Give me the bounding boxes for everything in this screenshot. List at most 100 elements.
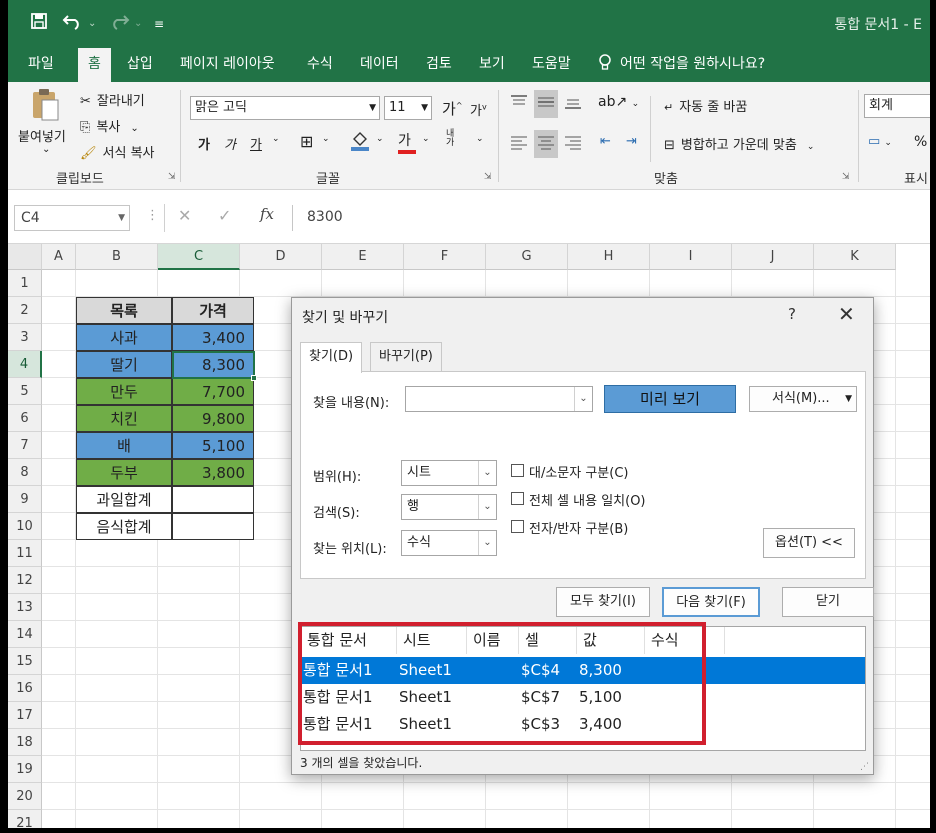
- phonetic-icon[interactable]: 내가: [446, 130, 454, 148]
- tab-file[interactable]: 파일: [28, 48, 54, 82]
- table-cell-price[interactable]: 5,100: [172, 432, 254, 459]
- alignment-launcher-icon[interactable]: ⇲: [842, 172, 850, 182]
- format-button[interactable]: 서식(M)... ▼: [749, 386, 857, 412]
- redo-icon[interactable]: [108, 12, 130, 37]
- options-button[interactable]: 옵션(T) <<: [763, 528, 855, 558]
- align-right-icon[interactable]: [564, 134, 582, 154]
- row-header-1[interactable]: 1: [8, 270, 42, 297]
- font-color-icon[interactable]: 가: [398, 130, 416, 154]
- table-cell-price[interactable]: 7,700: [172, 378, 254, 405]
- table-cell-item[interactable]: 과일합계: [76, 486, 172, 513]
- row-header-13[interactable]: 13: [8, 594, 42, 621]
- merge-center-button[interactable]: ⊟ 병합하고 가운데 맞춤 ⌄: [664, 134, 814, 153]
- preview-button[interactable]: 미리 보기: [604, 385, 736, 413]
- enter-icon[interactable]: ✓: [218, 206, 231, 225]
- row-header-10[interactable]: 10: [8, 513, 42, 540]
- find-all-button[interactable]: 모두 찾기(I): [556, 587, 650, 617]
- row-header-16[interactable]: 16: [8, 675, 42, 702]
- row-header-2[interactable]: 2: [8, 297, 42, 324]
- help-button[interactable]: ?: [788, 305, 796, 323]
- row-header-17[interactable]: 17: [8, 702, 42, 729]
- tab-find[interactable]: 찾기(D): [300, 342, 363, 373]
- column-header-k[interactable]: K: [814, 244, 896, 270]
- row-header-8[interactable]: 8: [8, 459, 42, 486]
- cut-button[interactable]: ✂ 잘라내기: [80, 90, 145, 109]
- bold-icon[interactable]: 가: [198, 134, 210, 153]
- scope-select[interactable]: 시트 ⌄: [401, 460, 497, 486]
- search-order-select[interactable]: 행 ⌄: [401, 494, 497, 520]
- redo-dropdown-icon[interactable]: ⌄: [134, 12, 142, 36]
- close-button[interactable]: 닫기: [782, 587, 874, 617]
- column-header-d[interactable]: D: [240, 244, 322, 270]
- clipboard-launcher-icon[interactable]: ⇲: [168, 172, 176, 182]
- align-left-icon[interactable]: [510, 134, 528, 154]
- column-header-a[interactable]: A: [42, 244, 76, 270]
- align-middle-icon[interactable]: [534, 90, 558, 118]
- find-next-button[interactable]: 다음 찾기(F): [662, 587, 760, 617]
- match-width-checkbox[interactable]: [511, 520, 524, 533]
- borders-icon[interactable]: ⊞: [300, 132, 313, 151]
- select-all-corner[interactable]: [8, 244, 42, 270]
- row-header-20[interactable]: 20: [8, 783, 42, 810]
- row-header-5[interactable]: 5: [8, 378, 42, 405]
- tab-view[interactable]: 보기: [479, 48, 505, 82]
- chevron-down-icon[interactable]: ⌄: [422, 134, 430, 144]
- tab-help[interactable]: 도움말: [532, 48, 571, 82]
- increase-indent-icon[interactable]: ⇥: [626, 134, 637, 149]
- resize-grip-icon[interactable]: ⋰: [860, 762, 869, 772]
- customize-qat-icon[interactable]: ≡: [154, 12, 164, 36]
- format-painter-button[interactable]: 🖌 서식 복사: [80, 142, 155, 161]
- paste-icon[interactable]: [30, 88, 62, 126]
- column-header-g[interactable]: G: [486, 244, 568, 270]
- row-header-11[interactable]: 11: [8, 540, 42, 567]
- decrease-font-icon[interactable]: 가v: [470, 100, 487, 119]
- table-cell-price[interactable]: 9,800: [172, 405, 254, 432]
- row-header-14[interactable]: 14: [8, 621, 42, 648]
- italic-icon[interactable]: 가: [224, 134, 236, 153]
- copy-button[interactable]: ⎘ 복사 ⌄: [80, 116, 139, 135]
- align-center-icon[interactable]: [534, 130, 558, 158]
- table-cell-price[interactable]: 3,800: [172, 459, 254, 486]
- chevron-down-icon[interactable]: ⌄: [476, 134, 484, 144]
- row-header-12[interactable]: 12: [8, 567, 42, 594]
- table-cell-item[interactable]: 사과: [76, 324, 172, 351]
- underline-icon[interactable]: 가: [250, 134, 262, 153]
- tab-page-layout[interactable]: 페이지 레이아웃: [180, 48, 275, 82]
- table-cell-item[interactable]: 치킨: [76, 405, 172, 432]
- align-top-icon[interactable]: [510, 94, 528, 114]
- row-header-21[interactable]: 21: [8, 810, 42, 828]
- number-format-box[interactable]: 회계: [864, 94, 930, 118]
- save-icon[interactable]: [30, 12, 48, 37]
- table-cell-price[interactable]: [172, 513, 254, 540]
- close-icon[interactable]: ✕: [838, 302, 855, 326]
- percent-icon[interactable]: %: [914, 134, 927, 150]
- column-header-b[interactable]: B: [76, 244, 158, 270]
- formula-input[interactable]: 8300: [292, 205, 930, 231]
- fill-handle[interactable]: [251, 375, 257, 381]
- tab-data[interactable]: 데이터: [360, 48, 399, 82]
- row-header-6[interactable]: 6: [8, 405, 42, 432]
- undo-icon[interactable]: [62, 12, 84, 37]
- font-size-box[interactable]: 11 ▼: [384, 96, 432, 120]
- chevron-down-icon[interactable]: ⌄: [322, 134, 330, 144]
- chevron-down-icon[interactable]: ⌄: [272, 134, 280, 144]
- table-cell-item[interactable]: 만두: [76, 378, 172, 405]
- fill-color-icon[interactable]: [350, 130, 370, 156]
- undo-dropdown-icon[interactable]: ⌄: [88, 12, 96, 36]
- match-case-checkbox[interactable]: [511, 464, 524, 477]
- chevron-down-icon[interactable]: ⌄: [376, 134, 384, 144]
- table-cell-price[interactable]: [172, 486, 254, 513]
- decrease-indent-icon[interactable]: ⇤: [600, 134, 611, 149]
- tab-insert[interactable]: 삽입: [127, 48, 153, 82]
- match-entire-checkbox[interactable]: [511, 492, 524, 505]
- tell-me-search[interactable]: 어떤 작업을 원하시나요?: [598, 48, 765, 82]
- tab-replace[interactable]: 바꾸기(P): [370, 342, 442, 372]
- column-header-e[interactable]: E: [322, 244, 404, 270]
- insert-function-icon[interactable]: fx: [260, 205, 274, 223]
- table-cell-item[interactable]: 딸기: [76, 351, 172, 378]
- table-cell-price[interactable]: 3,400: [172, 324, 254, 351]
- paste-dropdown-icon[interactable]: ⌄: [42, 144, 50, 155]
- column-header-c[interactable]: C: [158, 244, 240, 270]
- tab-home[interactable]: 홈: [78, 48, 111, 82]
- column-header-f[interactable]: F: [404, 244, 486, 270]
